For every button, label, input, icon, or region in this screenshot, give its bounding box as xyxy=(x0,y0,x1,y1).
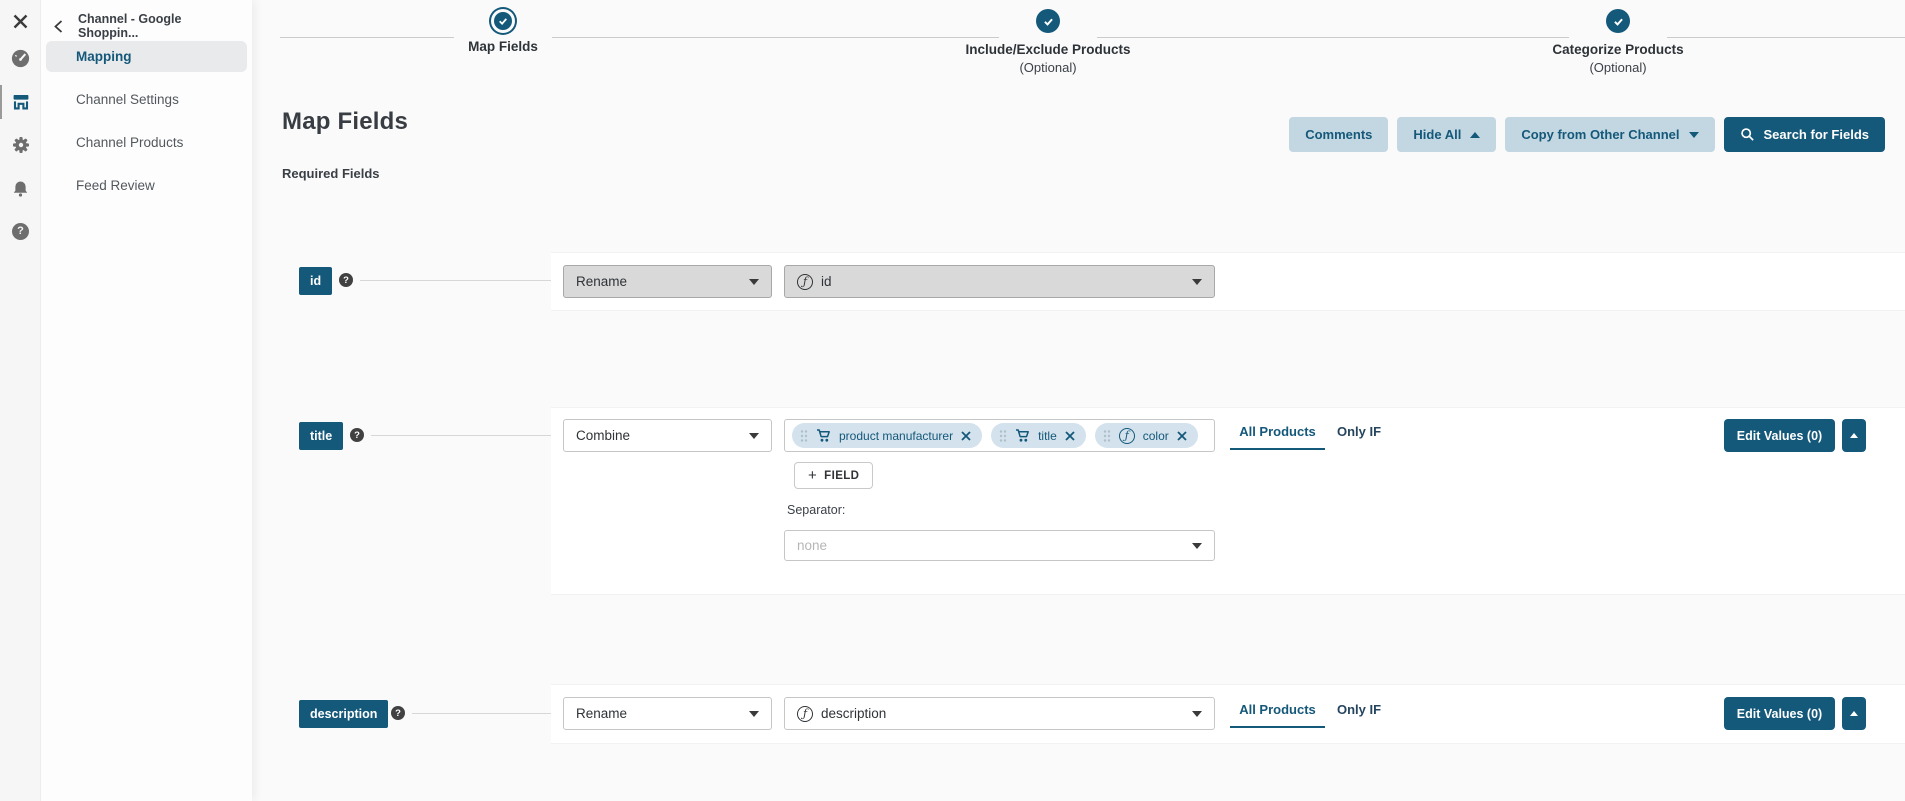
separator-label: Separator: xyxy=(787,503,846,517)
step-sublabel: (Optional) xyxy=(1589,60,1647,75)
close-icon[interactable] xyxy=(961,430,971,441)
chevron-up-icon xyxy=(1470,131,1481,138)
hide-all-button[interactable]: Hide All xyxy=(1397,117,1497,152)
store-icon[interactable] xyxy=(0,85,41,119)
cart-icon xyxy=(1016,429,1030,442)
chip-color[interactable]: ƒ color xyxy=(1094,423,1198,448)
tab-all-products[interactable]: All Products xyxy=(1230,424,1325,450)
chevron-down-icon xyxy=(749,432,759,439)
search-icon xyxy=(1740,127,1755,142)
icon-rail: ? xyxy=(0,0,41,801)
toolbar: Comments Hide All Copy from Other Channe… xyxy=(1289,117,1885,152)
value-select-id[interactable]: ƒ id xyxy=(784,265,1215,298)
chip-title[interactable]: title xyxy=(991,423,1086,448)
required-fields-label: Required Fields xyxy=(282,166,380,181)
function-icon: ƒ xyxy=(797,273,813,290)
edit-values-button[interactable]: Edit Values (0) xyxy=(1724,419,1835,452)
help-icon[interactable]: ? xyxy=(339,273,353,287)
separator-select[interactable]: none xyxy=(784,530,1215,561)
help-icon[interactable]: ? xyxy=(350,428,364,442)
chevron-down-icon xyxy=(1192,542,1202,549)
step-label: Categorize Products xyxy=(1552,42,1684,57)
drag-handle-icon xyxy=(999,429,1007,442)
page-title: Map Fields xyxy=(282,108,409,135)
function-icon: ƒ xyxy=(1118,427,1135,444)
sidebar-item-channel-settings[interactable]: Channel Settings xyxy=(46,84,247,115)
copy-from-other-channel-button[interactable]: Copy from Other Channel xyxy=(1505,117,1715,152)
check-circle-icon xyxy=(1036,9,1060,33)
check-circle-icon xyxy=(1606,9,1630,33)
help-icon[interactable]: ? xyxy=(391,706,405,720)
cart-icon xyxy=(817,429,830,442)
step-sublabel: (Optional) xyxy=(1019,60,1077,75)
tab-only-if[interactable]: Only IF xyxy=(1337,702,1381,726)
dashboard-icon[interactable] xyxy=(0,43,41,73)
drag-handle-icon xyxy=(800,429,808,442)
sidebar-item-feed-review[interactable]: Feed Review xyxy=(46,170,247,201)
check-circle-icon xyxy=(494,12,512,30)
comments-button[interactable]: Comments xyxy=(1289,117,1389,152)
connector-line xyxy=(360,280,551,281)
combine-fields-box: product manufacturer title ƒ color xyxy=(784,419,1215,452)
action-select-id[interactable]: Rename xyxy=(563,265,772,298)
channel-title: Channel - Google Shoppin... xyxy=(78,12,182,40)
drag-handle-icon xyxy=(1103,429,1110,442)
step-map-fields[interactable]: Map Fields xyxy=(353,0,653,54)
step-label: Map Fields xyxy=(468,39,538,54)
connector-line xyxy=(371,435,551,436)
back-chevron-icon[interactable] xyxy=(53,19,64,34)
action-select-title[interactable]: Combine xyxy=(563,419,772,452)
chevron-down-icon xyxy=(1192,278,1202,285)
step-label: Include/Exclude Products xyxy=(965,42,1131,57)
close-icon[interactable] xyxy=(1065,430,1075,441)
field-badge-id: id xyxy=(299,267,333,295)
close-icon[interactable] xyxy=(1177,430,1187,441)
close-icon[interactable] xyxy=(0,6,41,36)
search-for-fields-button[interactable]: Search for Fields xyxy=(1723,117,1885,152)
step-categorize[interactable]: Categorize Products (Optional) xyxy=(1468,0,1768,75)
sidebar-item-mapping[interactable]: Mapping xyxy=(46,41,247,72)
chevron-down-icon xyxy=(1192,710,1202,717)
tab-only-if[interactable]: Only IF xyxy=(1337,424,1381,448)
chevron-down-icon xyxy=(1688,131,1699,138)
connector-line xyxy=(412,713,551,714)
chip-product-manufacturer[interactable]: product manufacturer xyxy=(792,423,983,448)
chevron-up-icon xyxy=(1850,711,1858,716)
field-badge-title: title xyxy=(299,422,344,450)
settings-icon[interactable] xyxy=(0,130,41,160)
main-content: Map Fields Include/Exclude Products (Opt… xyxy=(252,0,1905,801)
value-select-description[interactable]: ƒ description xyxy=(784,697,1215,730)
field-badge-description: description xyxy=(299,700,389,728)
help-icon[interactable]: ? xyxy=(0,216,41,246)
collapse-button[interactable] xyxy=(1842,697,1866,730)
sidebar-item-channel-products[interactable]: Channel Products xyxy=(46,127,247,158)
step-include-exclude[interactable]: Include/Exclude Products (Optional) xyxy=(898,0,1198,75)
notifications-icon[interactable] xyxy=(0,173,41,203)
chevron-down-icon xyxy=(749,278,759,285)
sidebar: Channel - Google Shoppin... Mapping Chan… xyxy=(41,0,252,801)
chevron-up-icon xyxy=(1850,433,1858,438)
plus-icon: + xyxy=(808,467,818,484)
add-field-button[interactable]: + FIELD xyxy=(794,462,874,489)
action-select-description[interactable]: Rename xyxy=(563,697,772,730)
function-icon: ƒ xyxy=(797,705,813,722)
chevron-down-icon xyxy=(749,710,759,717)
tab-all-products[interactable]: All Products xyxy=(1230,702,1325,728)
collapse-button[interactable] xyxy=(1842,419,1866,452)
edit-values-button[interactable]: Edit Values (0) xyxy=(1724,697,1835,730)
